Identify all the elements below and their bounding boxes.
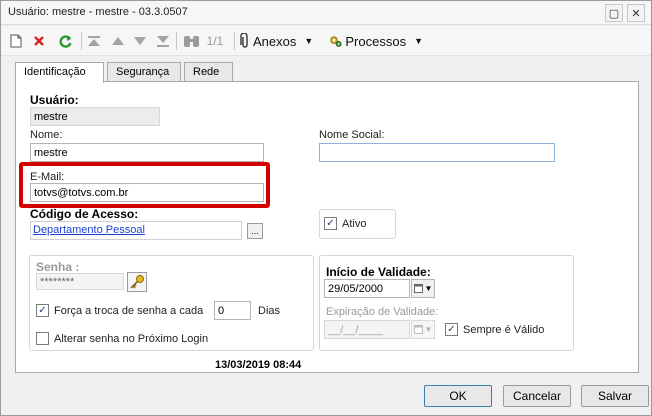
sempre-valido-checkbox[interactable]: ✓ [445,323,458,336]
toolbar-separator [234,32,235,50]
record-counter: 1/1 [206,34,224,48]
usuario-field: mestre [30,107,160,126]
alterar-senha-checkbox[interactable] [36,332,49,345]
dropdown-arrow-icon: ▼ [424,284,433,293]
nome-label: Nome: [30,129,63,141]
title-bar: Usuário: mestre - mestre - 03.3.0507 ▢ ✕ [1,1,651,25]
nome-social-label: Nome Social: [319,129,385,141]
email-label: E-Mail: [30,171,65,183]
next-record-button[interactable] [131,31,149,51]
toolbar: 1/1 Anexos ▼ Processos ▼ [1,26,651,56]
first-record-button[interactable] [85,31,103,51]
close-icon: ✕ [631,7,641,20]
last-record-icon [157,35,169,47]
expiracao-calendar-button: ▼ [411,320,435,339]
checkmark-icon: ✓ [447,323,456,335]
delete-button[interactable] [30,31,48,51]
ativo-checkbox[interactable]: ✓ [324,217,337,230]
delete-icon [34,36,44,46]
calendar-icon [413,284,423,293]
gears-icon [330,36,342,47]
processos-label: Processos [345,33,407,49]
expiracao-field: __/__/____ [324,320,410,339]
first-record-icon [88,35,100,46]
change-password-button[interactable] [127,272,147,292]
refresh-icon [59,34,72,48]
forca-troca-label: Força a troca de senha a cada [54,305,204,317]
dropdown-arrow-icon: ▼ [304,36,314,46]
codigo-acesso-label: Código de Acesso: [30,207,139,221]
expiracao-label: Expiração de Validade: [326,306,439,318]
inicio-validade-calendar-button[interactable]: ▼ [411,279,435,298]
last-modified-datestamp: 13/03/2019 08:44 [215,359,302,371]
save-button[interactable]: Salvar [581,385,649,407]
checkmark-icon: ✓ [326,217,335,229]
senha-label: Senha : [36,260,80,274]
paperclip-icon [240,33,248,48]
maximize-icon: ▢ [608,7,620,20]
toolbar-separator [176,32,177,50]
last-record-button[interactable] [154,31,172,51]
email-field[interactable]: totvs@totvs.com.br [30,183,264,202]
refresh-button[interactable] [55,31,75,51]
cancel-button[interactable]: Cancelar [503,385,571,407]
tab-rede[interactable]: Rede [184,62,233,82]
nome-field[interactable]: mestre [30,143,264,162]
previous-record-button[interactable] [109,31,127,51]
maximize-button[interactable]: ▢ [605,4,623,22]
tab-seguranca[interactable]: Segurança [107,62,181,82]
sempre-valido-label: Sempre é Válido [463,324,545,336]
user-dialog: Usuário: mestre - mestre - 03.3.0507 ▢ ✕ [0,0,652,416]
tab-identificacao[interactable]: Identificação [15,62,104,83]
codigo-acesso-link[interactable]: Departamento Pessoal [33,224,145,236]
down-arrow-icon [134,37,146,45]
ok-button[interactable]: OK [424,385,492,407]
dropdown-arrow-icon: ▼ [414,36,423,46]
usuario-label: Usuário: [30,93,79,107]
search-button[interactable] [180,31,202,51]
checkmark-icon: ✓ [38,304,47,316]
nome-social-field[interactable] [319,143,555,162]
forca-troca-checkbox[interactable]: ✓ [36,304,49,317]
key-icon [130,275,144,289]
new-record-button[interactable] [7,31,25,51]
codigo-acesso-field[interactable]: Departamento Pessoal [30,221,242,240]
codigo-acesso-lookup-button[interactable]: ... [247,223,263,239]
calendar-icon [413,325,423,334]
senha-field: ******** [36,273,124,290]
dropdown-arrow-icon: ▼ [424,325,433,334]
anexos-menu-button[interactable]: Anexos ▼ [240,31,322,51]
ativo-label: Ativo [342,218,367,230]
binoculars-icon [183,35,199,47]
inicio-validade-label: Início de Validade: [326,265,431,279]
inicio-validade-field[interactable]: 29/05/2000 [324,279,410,298]
toolbar-separator [81,32,82,50]
up-arrow-icon [112,37,124,45]
window-title: Usuário: mestre - mestre - 03.3.0507 [8,6,188,18]
forca-troca-days-input[interactable]: 0 [214,301,251,320]
new-document-icon [10,34,22,48]
alterar-senha-label: Alterar senha no Próximo Login [54,333,209,345]
close-button[interactable]: ✕ [627,4,645,22]
processos-menu-button[interactable]: Processos ▼ [329,31,423,51]
dias-label: Dias [258,305,281,317]
anexos-label: Anexos [253,33,297,49]
